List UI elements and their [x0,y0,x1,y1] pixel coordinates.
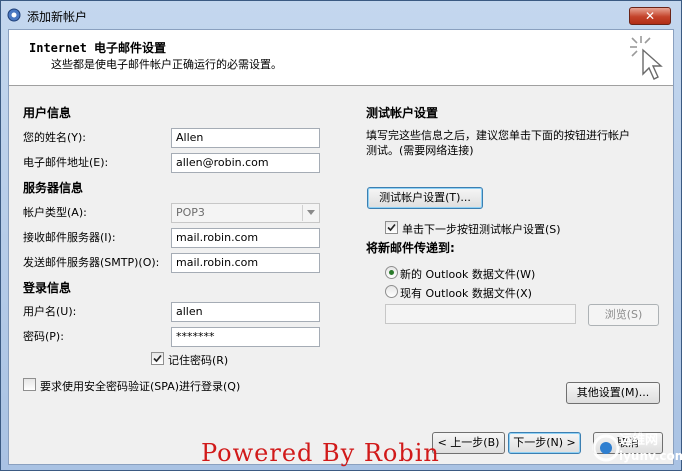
account-type-label: 帐户类型(A): [23,206,87,219]
watermark-text: Powered By Robin [201,439,440,467]
checkmark-icon [387,223,396,232]
username-label: 用户名(U): [23,305,77,318]
new-data-file-radio[interactable] [385,266,398,279]
test-account-settings-button[interactable]: 测试帐户设置(T)... [367,187,483,209]
delivery-heading: 将新邮件传递到: [366,241,455,255]
email-label: 电子邮件地址(E): [23,156,109,169]
user-info-heading: 用户信息 [23,106,72,120]
password-label: 密码(P): [23,330,64,343]
radio-selected-dot [389,270,394,275]
auto-test-label[interactable]: 单击下一步按钮测试帐户设置(S) [402,221,561,237]
dialog-header: Internet 电子邮件设置 这些都是使电子邮件帐户正确运行的必需设置。 [9,30,673,86]
more-settings-button[interactable]: 其他设置(M)... [566,382,660,404]
test-description-line1: 填写完这些信息之后，建议您单击下面的按钮进行帐户 [366,129,630,142]
page-title: Internet 电子邮件设置 [29,41,167,55]
page-subtitle: 这些都是使电子邮件帐户正确运行的必需设置。 [51,58,282,71]
brand-logo: 运维网 iyunv.com [591,427,682,469]
close-icon: ✕ [644,9,656,23]
name-label: 您的姓名(Y): [23,131,87,144]
title-bar: 添加新帐户 ✕ [1,1,681,29]
close-button[interactable]: ✕ [629,7,671,25]
account-type-select: POP3 [171,203,320,223]
outgoing-server-input[interactable]: mail.robin.com [171,253,320,273]
browse-button: 浏览(S) [588,304,659,326]
back-button[interactable]: < 上一步(B) [432,432,505,454]
click-cursor-icon [630,36,663,80]
auto-test-checkbox[interactable] [385,221,398,234]
incoming-server-input[interactable]: mail.robin.com [171,228,320,248]
dropdown-arrow [302,205,318,221]
next-button[interactable]: 下一步(N) > [508,432,581,454]
outgoing-server-label: 发送邮件服务器(SMTP)(O): [23,256,160,269]
login-info-heading: 登录信息 [23,281,72,295]
checkmark-icon [153,354,162,363]
outlook-icon [7,8,21,22]
existing-data-file-label[interactable]: 现有 Outlook 数据文件(X) [400,285,532,301]
brand-swirl-icon [592,434,620,462]
spa-checkbox[interactable] [23,378,36,391]
data-file-path-input [385,304,576,324]
incoming-server-label: 接收邮件服务器(I): [23,231,116,244]
account-type-value: POP3 [176,206,205,219]
window-title: 添加新帐户 [27,10,88,24]
new-data-file-label[interactable]: 新的 Outlook 数据文件(W) [400,266,535,282]
chevron-down-icon [307,210,315,215]
password-input[interactable]: ******* [171,327,320,347]
server-info-heading: 服务器信息 [23,181,84,195]
brand-name: 运维网 [619,433,659,448]
add-account-window: 添加新帐户 ✕ Internet 电子邮件设置 这些都是使电子邮件帐户正确运行的… [0,0,682,471]
remember-password-checkbox[interactable] [151,352,164,365]
name-input[interactable]: Allen [171,128,320,148]
test-description-line2: 测试。(需要网络连接) [366,144,474,157]
existing-data-file-radio[interactable] [385,285,398,298]
test-settings-heading: 测试帐户设置 [366,106,439,120]
username-input[interactable]: allen [171,302,320,322]
brand-domain: iyunv.com [619,449,682,463]
email-input[interactable]: allen@robin.com [171,153,320,173]
remember-password-label[interactable]: 记住密码(R) [168,352,228,368]
dialog-body: Internet 电子邮件设置 这些都是使电子邮件帐户正确运行的必需设置。 用户… [8,29,674,465]
spa-label[interactable]: 要求使用安全密码验证(SPA)进行登录(Q) [40,378,240,394]
